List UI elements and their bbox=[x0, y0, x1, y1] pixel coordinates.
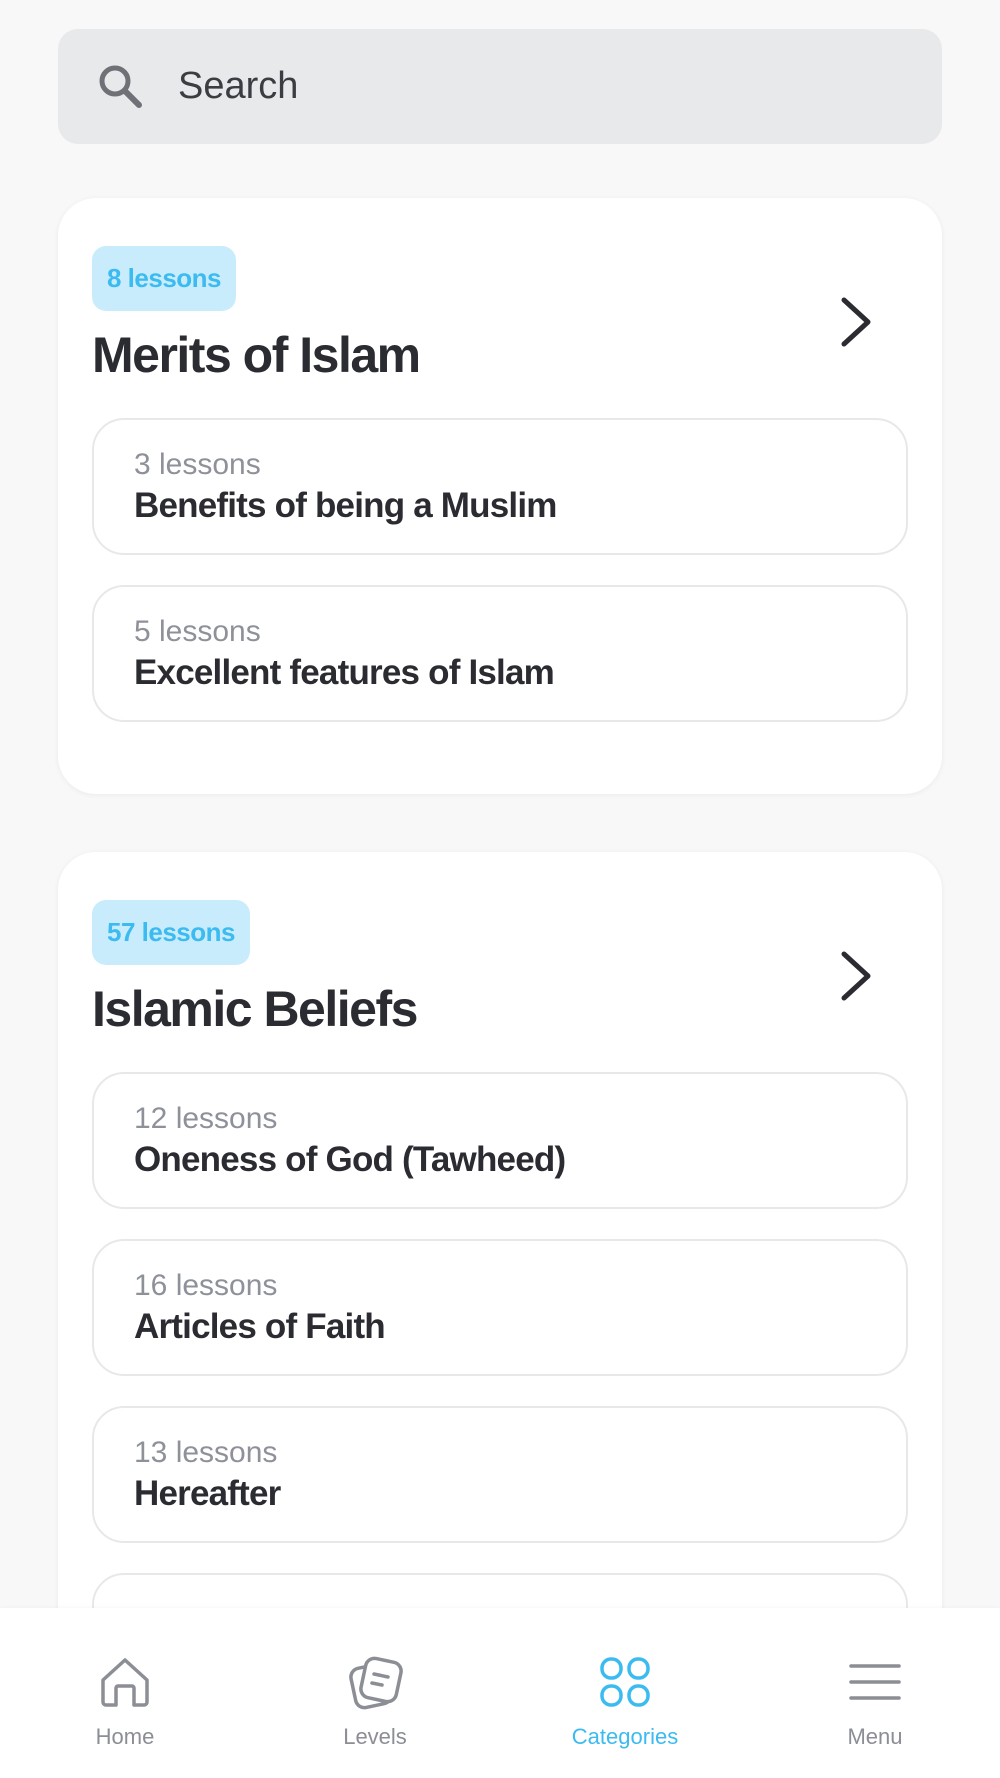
tab-label: Home bbox=[95, 1724, 155, 1749]
tab-label: Menu bbox=[847, 1724, 903, 1749]
subcategory-title: Oneness of God (Tawheed) bbox=[134, 1140, 566, 1179]
subcategory-title: Articles of Faith bbox=[134, 1307, 386, 1346]
lesson-count: 16 lessons bbox=[134, 1269, 278, 1302]
category-title: Merits of Islam bbox=[92, 327, 421, 383]
tab-label: Categories bbox=[571, 1724, 679, 1749]
tab-levels[interactable]: Levels bbox=[250, 1608, 500, 1778]
search-input[interactable] bbox=[178, 65, 878, 108]
subcategory-title: Benefits of being a Muslim bbox=[134, 486, 557, 525]
bottom-tab-bar: Home Levels Categories Menu bbox=[0, 1608, 1000, 1778]
categories-icon bbox=[597, 1654, 653, 1710]
chevron-right-icon[interactable] bbox=[836, 294, 876, 350]
category-card-merits-of-islam[interactable]: 8 lessons Merits of Islam 3 lessons Bene… bbox=[58, 198, 942, 794]
lessons-badge: 57 lessons bbox=[92, 900, 250, 965]
lesson-count: 12 lessons bbox=[134, 1102, 278, 1135]
categories-screen: 8 lessons Merits of Islam 3 lessons Bene… bbox=[0, 0, 1000, 1778]
subcategory-title: Excellent features of Islam bbox=[134, 653, 555, 692]
subcategory-item[interactable]: 12 lessons Oneness of God (Tawheed) bbox=[92, 1072, 908, 1209]
lessons-badge: 8 lessons bbox=[92, 246, 237, 311]
subcategory-item[interactable]: 16 lessons Articles of Faith bbox=[92, 1239, 908, 1376]
search-icon bbox=[94, 60, 148, 114]
subcategory-title: Hereafter bbox=[134, 1474, 281, 1513]
search-bar[interactable] bbox=[58, 29, 942, 144]
tab-label: Levels bbox=[343, 1724, 407, 1749]
home-icon bbox=[97, 1654, 153, 1710]
tab-categories[interactable]: Categories bbox=[500, 1608, 750, 1778]
levels-icon bbox=[347, 1654, 403, 1710]
lesson-count: 13 lessons bbox=[134, 1436, 278, 1469]
category-title: Islamic Beliefs bbox=[92, 981, 418, 1037]
lesson-count: 5 lessons bbox=[134, 615, 261, 648]
menu-icon bbox=[847, 1654, 903, 1710]
chevron-right-icon[interactable] bbox=[836, 948, 876, 1004]
subcategory-item[interactable]: 5 lessons Excellent features of Islam bbox=[92, 585, 908, 722]
lesson-count: 3 lessons bbox=[134, 448, 261, 481]
subcategory-item[interactable]: 13 lessons Hereafter bbox=[92, 1406, 908, 1543]
subcategory-item[interactable]: 3 lessons Benefits of being a Muslim bbox=[92, 418, 908, 555]
tab-menu[interactable]: Menu bbox=[750, 1608, 1000, 1778]
tab-home[interactable]: Home bbox=[0, 1608, 250, 1778]
